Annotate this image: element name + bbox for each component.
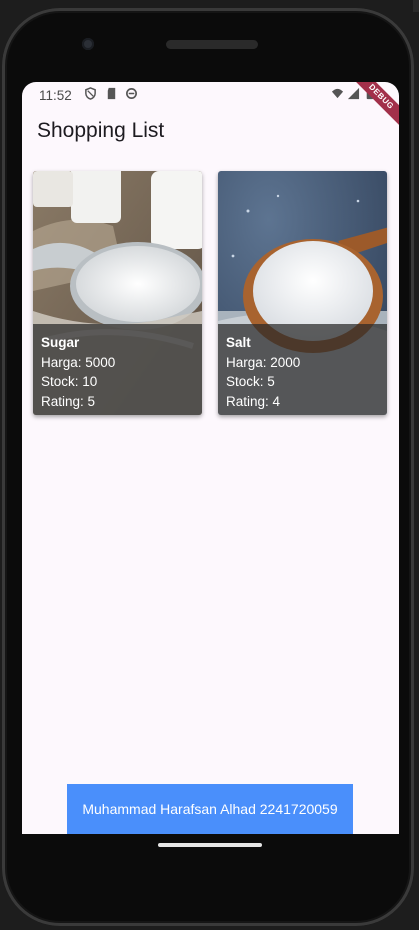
product-stock: Stock: 10 (41, 374, 98, 389)
home-indicator[interactable] (158, 843, 262, 847)
product-card-sugar[interactable]: Sugar Harga: 5000 Stock: 10 Rating: 5 (33, 171, 202, 415)
product-price: Harga: 2000 (226, 354, 301, 370)
status-time: 11:52 (39, 88, 72, 103)
product-rating: Rating: 4 (226, 393, 281, 409)
footer-bar: Muhammad Harafsan Alhad 2241720059 (67, 784, 353, 834)
card-info-sugar: Sugar Harga: 5000 Stock: 10 Rating: 5 (33, 324, 202, 415)
status-bar: 11:52 DEBUG (22, 82, 399, 131)
product-name: Sugar (41, 335, 80, 350)
sd-card-icon (107, 87, 116, 100)
signal-icon (347, 87, 360, 100)
shield-icon (85, 87, 96, 100)
page-title: Shopping List (37, 119, 165, 142)
screen: 11:52 DEBUG Shopping List Sugar Harga: 5… (22, 82, 399, 834)
wifi-icon (331, 88, 344, 99)
product-rating: Rating: 5 (41, 393, 96, 409)
product-price: Harga: 5000 (41, 354, 116, 370)
earpiece-speaker (166, 40, 258, 49)
side-button (413, 0, 419, 12)
sync-circle-icon (126, 88, 137, 99)
front-camera (82, 38, 94, 50)
product-name: Salt (226, 335, 251, 350)
card-info-salt: Salt Harga: 2000 Stock: 5 Rating: 4 (218, 324, 387, 415)
phone-device: 11:52 DEBUG Shopping List Sugar Harga: 5… (0, 0, 419, 930)
product-card-salt[interactable]: Salt Harga: 2000 Stock: 5 Rating: 4 (218, 171, 387, 415)
product-stock: Stock: 5 (226, 374, 275, 389)
